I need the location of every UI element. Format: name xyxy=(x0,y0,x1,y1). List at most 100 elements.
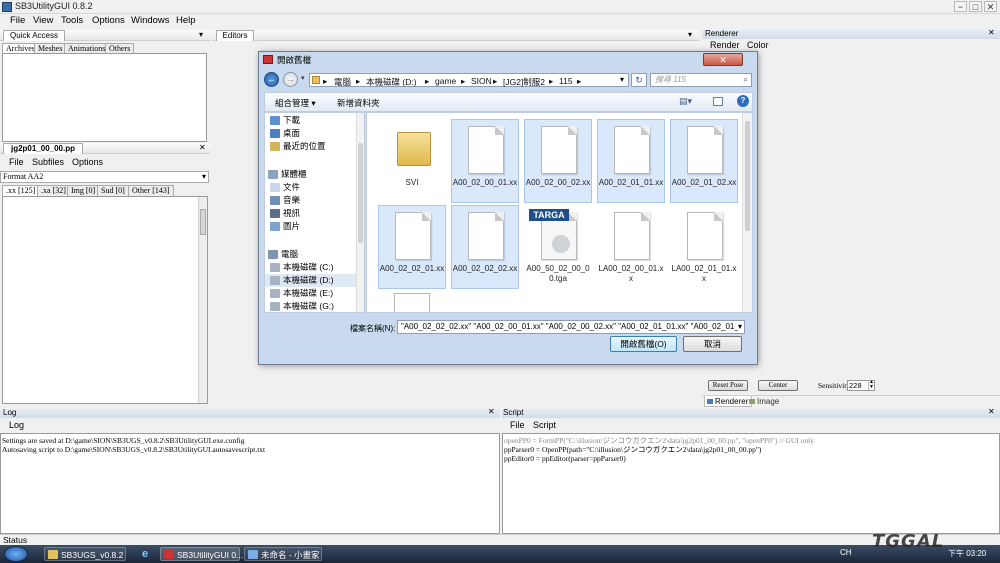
menu-view[interactable]: View xyxy=(33,15,53,26)
address-dropdown-icon[interactable]: ▾ xyxy=(615,73,629,87)
menu-tools[interactable]: Tools xyxy=(61,15,83,26)
breadcrumb-item[interactable]: 本機磁碟 (D:) xyxy=(366,76,417,88)
breadcrumb-item[interactable]: 電腦 xyxy=(334,76,351,88)
search-input[interactable]: 搜尋 115 ⌕ xyxy=(650,73,752,87)
tab-sud[interactable]: Sud [0] xyxy=(97,185,129,196)
close-icon[interactable]: ✕ xyxy=(199,143,206,152)
nav-item-documents[interactable]: 文件 xyxy=(265,181,300,194)
tab-other[interactable]: Other [143] xyxy=(128,185,174,196)
menu-options[interactable]: Options xyxy=(92,15,125,26)
tab-xa[interactable]: .xa [32] xyxy=(37,185,70,196)
menu-windows[interactable]: Windows xyxy=(131,15,170,26)
file-list-scrollbar-thumb[interactable] xyxy=(745,121,750,231)
file-item[interactable]: A00_02_02_01.xx xyxy=(378,205,446,289)
chevron-down-icon[interactable]: ▾ xyxy=(301,74,308,84)
language-indicator[interactable]: CH xyxy=(840,548,852,557)
nav-item-libraries[interactable]: 媒體櫃 xyxy=(265,168,307,181)
nav-item-desktop[interactable]: 桌面 xyxy=(265,127,300,140)
panel-dropdown-icon[interactable]: ▾ xyxy=(688,30,692,39)
quick-access-tab[interactable]: Quick Access xyxy=(3,30,65,41)
close-button[interactable]: ✕ xyxy=(984,1,997,12)
nav-item-downloads[interactable]: 下載 xyxy=(265,114,300,127)
renderer-menu-render[interactable]: Render xyxy=(710,40,740,50)
close-icon[interactable]: ✕ xyxy=(988,28,995,37)
script-menu-script[interactable]: Script xyxy=(533,420,556,430)
subfiles-list[interactable] xyxy=(2,196,208,404)
start-button[interactable] xyxy=(4,546,28,562)
nav-item-computer[interactable]: 電腦 xyxy=(265,248,298,261)
close-icon[interactable]: ✕ xyxy=(488,407,495,416)
renderer-menu-color[interactable]: Color xyxy=(747,40,769,50)
cancel-button[interactable]: 取消 xyxy=(683,336,742,352)
taskbar-item[interactable]: SB3UGS_v0.8.2 xyxy=(44,547,126,561)
pp-menu-file[interactable]: File xyxy=(9,157,24,167)
refresh-icon[interactable]: ↻ xyxy=(631,73,647,87)
navigation-pane[interactable]: 下載 桌面 最近的位置 媒體櫃 文件 音樂 視訊 圖片 電腦 本機磁碟 (C:)… xyxy=(264,112,365,313)
back-button[interactable]: ← xyxy=(264,72,279,87)
nav-scrollbar[interactable] xyxy=(356,113,364,312)
archives-list[interactable] xyxy=(2,53,207,142)
editors-tab[interactable]: Editors xyxy=(216,30,254,41)
file-list[interactable]: SVI A00_02_00_01.xx A00_02_00_02.xx A00_… xyxy=(366,112,753,313)
tab-image[interactable]: Image xyxy=(747,396,782,407)
file-item[interactable]: LA00_02_01_01.xx xyxy=(670,205,738,289)
taskbar-item-active[interactable]: SB3UtilityGUI 0... xyxy=(160,547,243,561)
format-select[interactable]: Format AA2 ▾ xyxy=(0,171,209,183)
center-button[interactable]: Center xyxy=(758,380,798,391)
scrollbar-thumb[interactable] xyxy=(200,209,206,235)
sensitivity-stepper[interactable]: 228 ▲ ▼ xyxy=(847,380,875,391)
close-icon[interactable]: ✕ xyxy=(988,407,995,416)
reset-pose-button[interactable]: Reset Pose xyxy=(708,380,748,391)
nav-item-pictures[interactable]: 圖片 xyxy=(265,220,300,233)
menu-help[interactable]: Help xyxy=(176,15,196,26)
dialog-close-button[interactable]: ✕ xyxy=(703,53,743,66)
open-button[interactable]: 開啟舊檔(O) xyxy=(610,336,677,352)
spinner-arrows-icon[interactable]: ▲ ▼ xyxy=(868,380,874,390)
tab-renderer[interactable]: Renderer xyxy=(704,396,753,407)
browser-icon[interactable]: e xyxy=(138,547,152,561)
file-item[interactable]: A00_02_01_02.xx xyxy=(670,119,738,203)
help-icon[interactable]: ? xyxy=(737,95,749,107)
file-item[interactable]: A00_02_01_01.xx xyxy=(597,119,665,203)
pp-menu-subfiles[interactable]: Subfiles xyxy=(32,157,64,167)
view-options-icon[interactable]: ▤▾ xyxy=(679,96,692,107)
nav-item-drive-c[interactable]: 本機磁碟 (C:) xyxy=(265,261,334,274)
minimize-button[interactable]: − xyxy=(954,1,967,12)
address-bar[interactable]: ▸ 電腦 ▸ 本機磁碟 (D:) ▸ game ▸ SION ▸ [JG2]制服… xyxy=(309,73,629,87)
tab-xx[interactable]: .xx [125] xyxy=(2,185,40,196)
maximize-button[interactable]: □ xyxy=(969,1,982,12)
script-editor[interactable]: openPP0 = FormPP("C:\illusion\ジンコウガクエン2\… xyxy=(502,433,1000,534)
forward-button[interactable]: → xyxy=(283,72,298,87)
nav-item-drive-g[interactable]: 本機磁碟 (G:) xyxy=(265,300,334,312)
nav-item-music[interactable]: 音樂 xyxy=(265,194,300,207)
clock[interactable]: 下午 03:20 xyxy=(948,548,986,559)
log-output[interactable]: Settings are saved at D:\game\SION\SB3UG… xyxy=(0,433,500,534)
breadcrumb-item[interactable]: SION xyxy=(471,76,492,86)
nav-item-drive-e[interactable]: 本機磁碟 (E:) xyxy=(265,287,333,300)
nav-item-videos[interactable]: 視訊 xyxy=(265,207,300,220)
file-item[interactable]: A00_02_02_02.xx xyxy=(451,205,519,289)
pp-file-tab[interactable]: jg2p01_00_00.pp xyxy=(3,143,83,154)
scrollbar[interactable] xyxy=(198,197,207,403)
file-item-folder[interactable]: SVI xyxy=(378,119,446,203)
organize-button[interactable]: 組合管理 ▾ xyxy=(275,97,316,109)
file-item-tga[interactable]: TARGA A00_50_02_00_00.tga xyxy=(524,205,592,289)
taskbar-item[interactable]: 未命名 - 小畫家 xyxy=(244,547,322,561)
nav-item-drive-d[interactable]: 本機磁碟 (D:) xyxy=(265,274,357,287)
new-folder-button[interactable]: 新增資料夾 xyxy=(337,97,380,109)
file-list-scrollbar[interactable] xyxy=(742,113,752,312)
panel-dropdown-icon[interactable]: ▾ xyxy=(199,30,203,39)
file-item[interactable]: A00_02_00_02.xx xyxy=(524,119,592,203)
breadcrumb-item[interactable]: 115 xyxy=(559,76,573,86)
nav-item-recent[interactable]: 最近的位置 xyxy=(265,140,326,153)
menu-file[interactable]: File xyxy=(10,15,25,26)
filename-input[interactable]: "A00_02_02_02.xx" "A00_02_00_01.xx" "A00… xyxy=(397,320,745,334)
preview-pane-icon[interactable] xyxy=(713,97,723,106)
pp-menu-options[interactable]: Options xyxy=(72,157,103,167)
nav-scrollbar-thumb[interactable] xyxy=(358,143,363,243)
log-tab[interactable]: Log xyxy=(9,420,24,430)
script-menu-file[interactable]: File xyxy=(510,420,525,430)
breadcrumb-item[interactable]: [JG2]制服2 xyxy=(503,76,545,88)
breadcrumb-item[interactable]: game xyxy=(435,76,456,86)
file-item[interactable]: LA00_02_00_01.xx xyxy=(597,205,665,289)
